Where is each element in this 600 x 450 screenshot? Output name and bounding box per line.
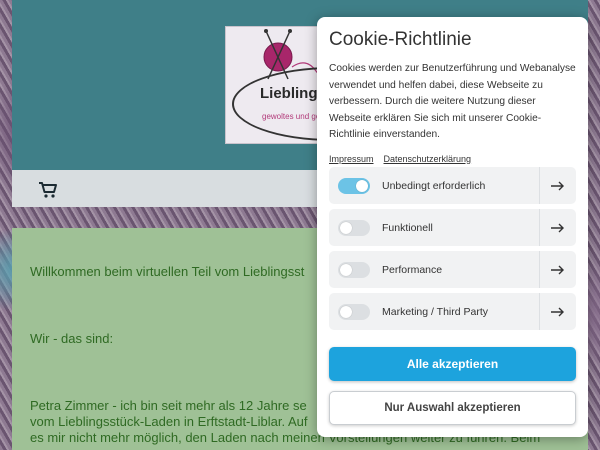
functional-toggle[interactable] — [338, 219, 370, 236]
shopping-cart-icon — [39, 182, 57, 198]
accept-selection-button[interactable]: Nur Auswahl akzeptieren — [329, 391, 576, 425]
dialog-description: Cookies werden zur Benutzerführung und W… — [329, 63, 576, 140]
dialog-title: Cookie-Richtlinie — [329, 29, 472, 50]
expand-arrow-button[interactable] — [539, 293, 576, 330]
arrow-right-icon — [551, 223, 564, 232]
performance-toggle[interactable] — [338, 261, 370, 278]
option-label: Marketing / Third Party — [382, 305, 489, 318]
cookie-option-performance: Performance — [329, 251, 576, 288]
intro-heading: Wir - das sind: — [30, 331, 114, 346]
option-label: Unbedingt erforderlich — [382, 179, 486, 192]
impressum-link[interactable]: Impressum — [329, 154, 374, 164]
option-label: Funktionell — [382, 221, 433, 234]
cookie-option-functional: Funktionell — [329, 209, 576, 246]
option-label: Performance — [382, 263, 443, 276]
accept-all-button[interactable]: Alle akzeptieren — [329, 347, 576, 381]
expand-arrow-button[interactable] — [539, 167, 576, 204]
cookie-option-marketing: Marketing / Third Party — [329, 293, 576, 330]
arrow-right-icon — [551, 307, 564, 316]
privacy-policy-link[interactable]: Datenschutzerklärung — [384, 154, 472, 164]
legal-links: Impressum Datenschutzerklärung — [329, 154, 576, 164]
arrow-right-icon — [551, 265, 564, 274]
cart-button[interactable] — [26, 177, 70, 203]
body-text-line: vom Lieblingsstück-Laden in Erftstadt-Li… — [30, 414, 308, 429]
arrow-right-icon — [551, 181, 564, 190]
expand-arrow-button[interactable] — [539, 251, 576, 288]
essential-toggle[interactable] — [338, 177, 370, 194]
body-text-line: Petra Zimmer - ich bin seit mehr als 12 … — [30, 398, 307, 413]
expand-arrow-button[interactable] — [539, 209, 576, 246]
logo-tagline: gewoltes und geb — [262, 112, 325, 121]
marketing-toggle[interactable] — [338, 303, 370, 320]
cookie-consent-dialog: Cookie-Richtlinie Cookies werden zur Ben… — [317, 17, 588, 437]
welcome-text: Willkommen beim virtuellen Teil vom Lieb… — [30, 264, 305, 279]
cookie-option-essential: Unbedingt erforderlich — [329, 167, 576, 204]
